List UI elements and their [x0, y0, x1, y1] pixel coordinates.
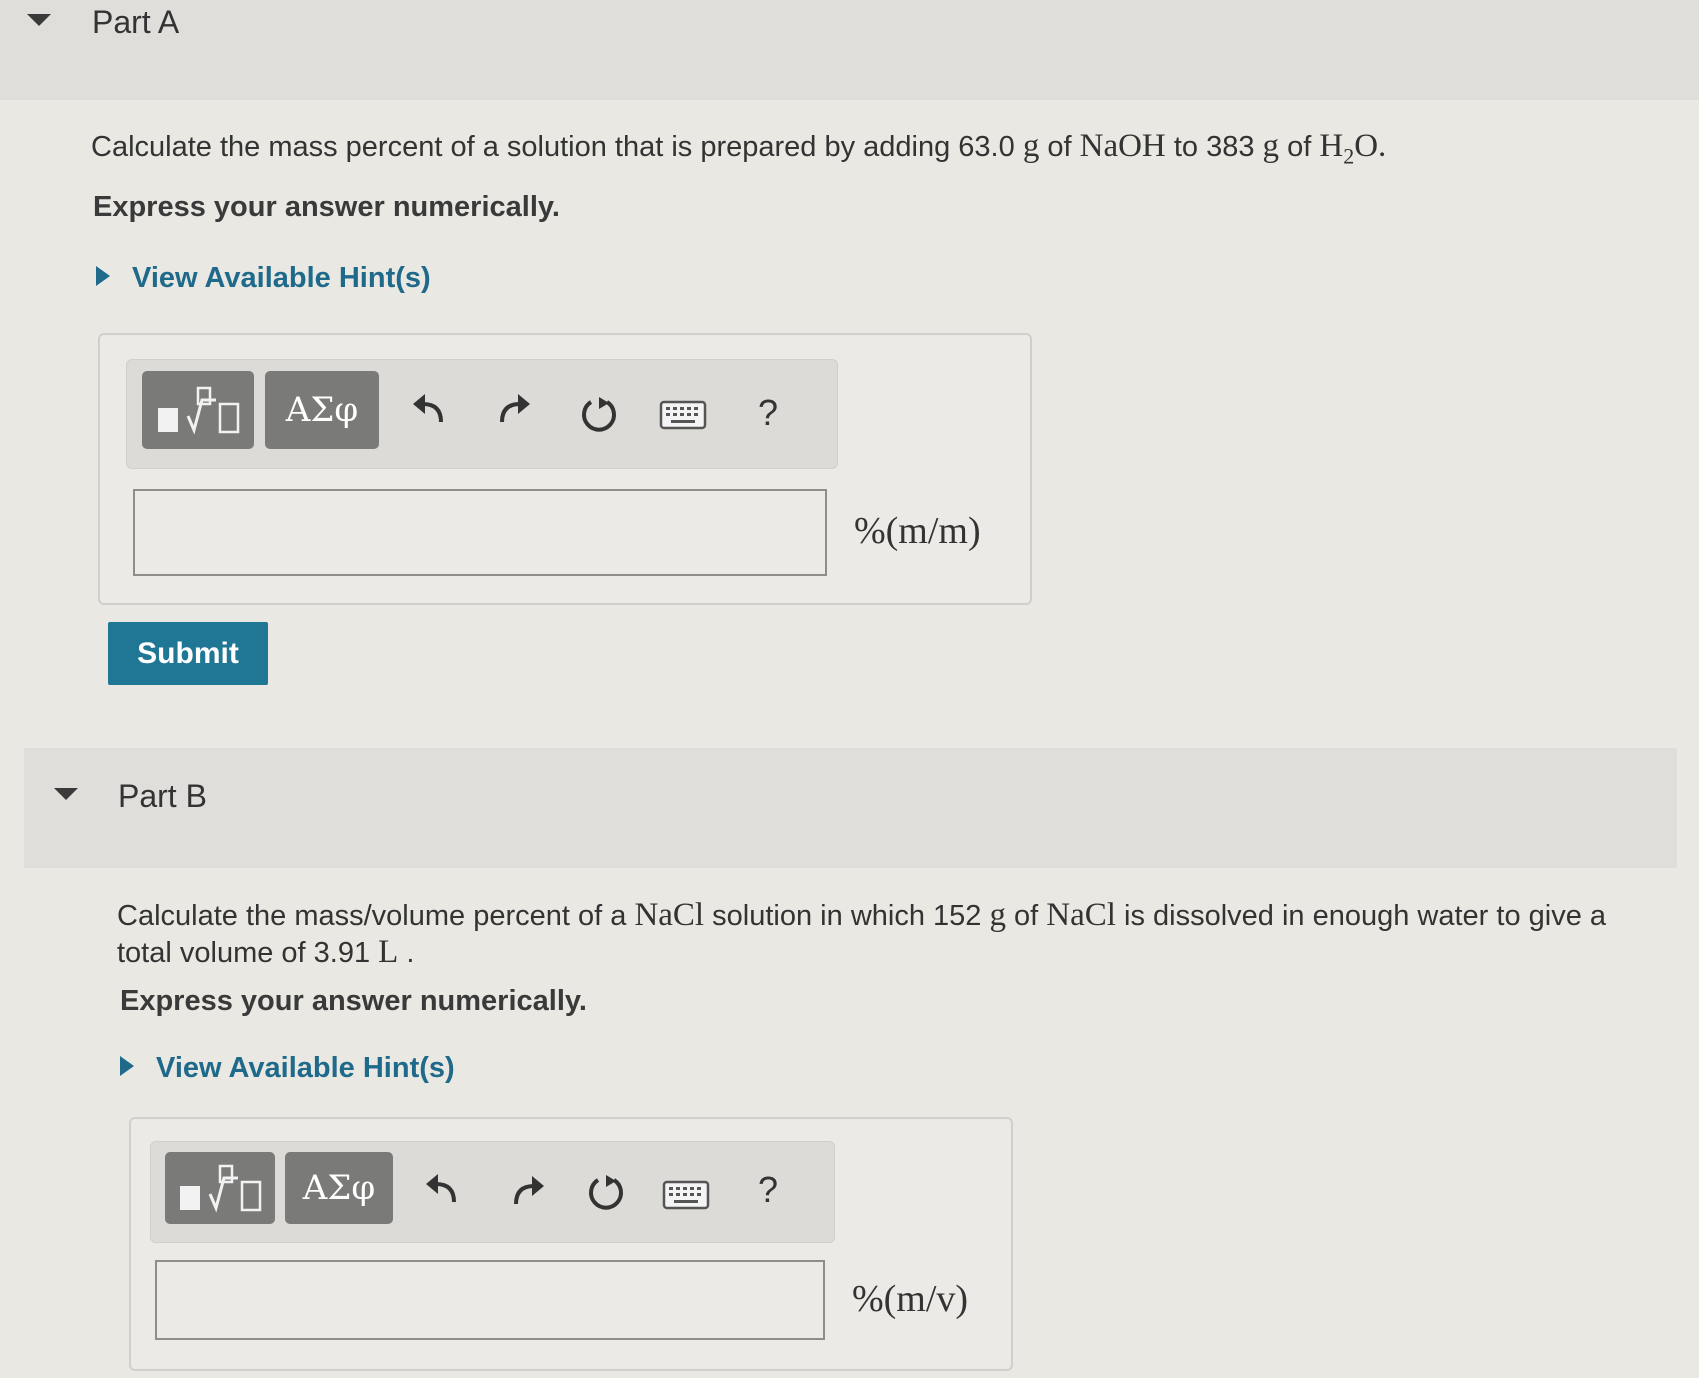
keyboard-icon[interactable] — [659, 1177, 713, 1213]
part-a-hint-link[interactable]: View Available Hint(s) — [96, 262, 431, 295]
redo-icon[interactable] — [503, 1167, 553, 1217]
part-b-title: Part B — [118, 778, 207, 814]
part-b-header[interactable] — [24, 748, 1677, 868]
part-a-question: Calculate the mass percent of a solution… — [91, 128, 1387, 169]
part-a-answer-input[interactable] — [133, 489, 827, 576]
submit-button[interactable]: Submit — [108, 622, 268, 685]
undo-icon[interactable] — [404, 385, 454, 435]
templates-button[interactable] — [165, 1152, 275, 1224]
greek-symbols-button[interactable]: ΑΣφ — [285, 1152, 393, 1224]
part-b-question: Calculate the mass/volume percent of a N… — [117, 897, 1607, 970]
keyboard-icon[interactable] — [656, 397, 710, 433]
undo-icon[interactable] — [417, 1165, 467, 1215]
expand-triangle-icon — [120, 1056, 134, 1077]
help-icon[interactable]: ? — [748, 1165, 788, 1215]
part-b-unit: %(m/v) — [852, 1278, 969, 1320]
part-b-hint-link[interactable]: View Available Hint(s) — [120, 1052, 455, 1085]
help-icon[interactable]: ? — [748, 388, 788, 438]
reset-icon[interactable] — [573, 389, 625, 441]
part-a-unit: %(m/m) — [854, 510, 981, 552]
templates-button[interactable] — [142, 371, 254, 449]
expand-triangle-icon — [96, 266, 110, 287]
part-b-answer-input[interactable] — [155, 1260, 825, 1340]
templates-icon — [158, 386, 240, 435]
reset-icon[interactable] — [580, 1167, 632, 1219]
part-a-header[interactable] — [0, 0, 1699, 100]
part-a-title: Part A — [92, 4, 180, 40]
part-b-collapse-icon[interactable] — [54, 788, 78, 800]
part-b-instruction: Express your answer numerically. — [120, 985, 587, 1017]
redo-icon[interactable] — [489, 385, 539, 435]
part-a-collapse-icon[interactable] — [27, 14, 51, 26]
templates-icon — [180, 1164, 262, 1213]
part-a-instruction: Express your answer numerically. — [93, 191, 560, 223]
greek-symbols-button[interactable]: ΑΣφ — [265, 371, 379, 449]
